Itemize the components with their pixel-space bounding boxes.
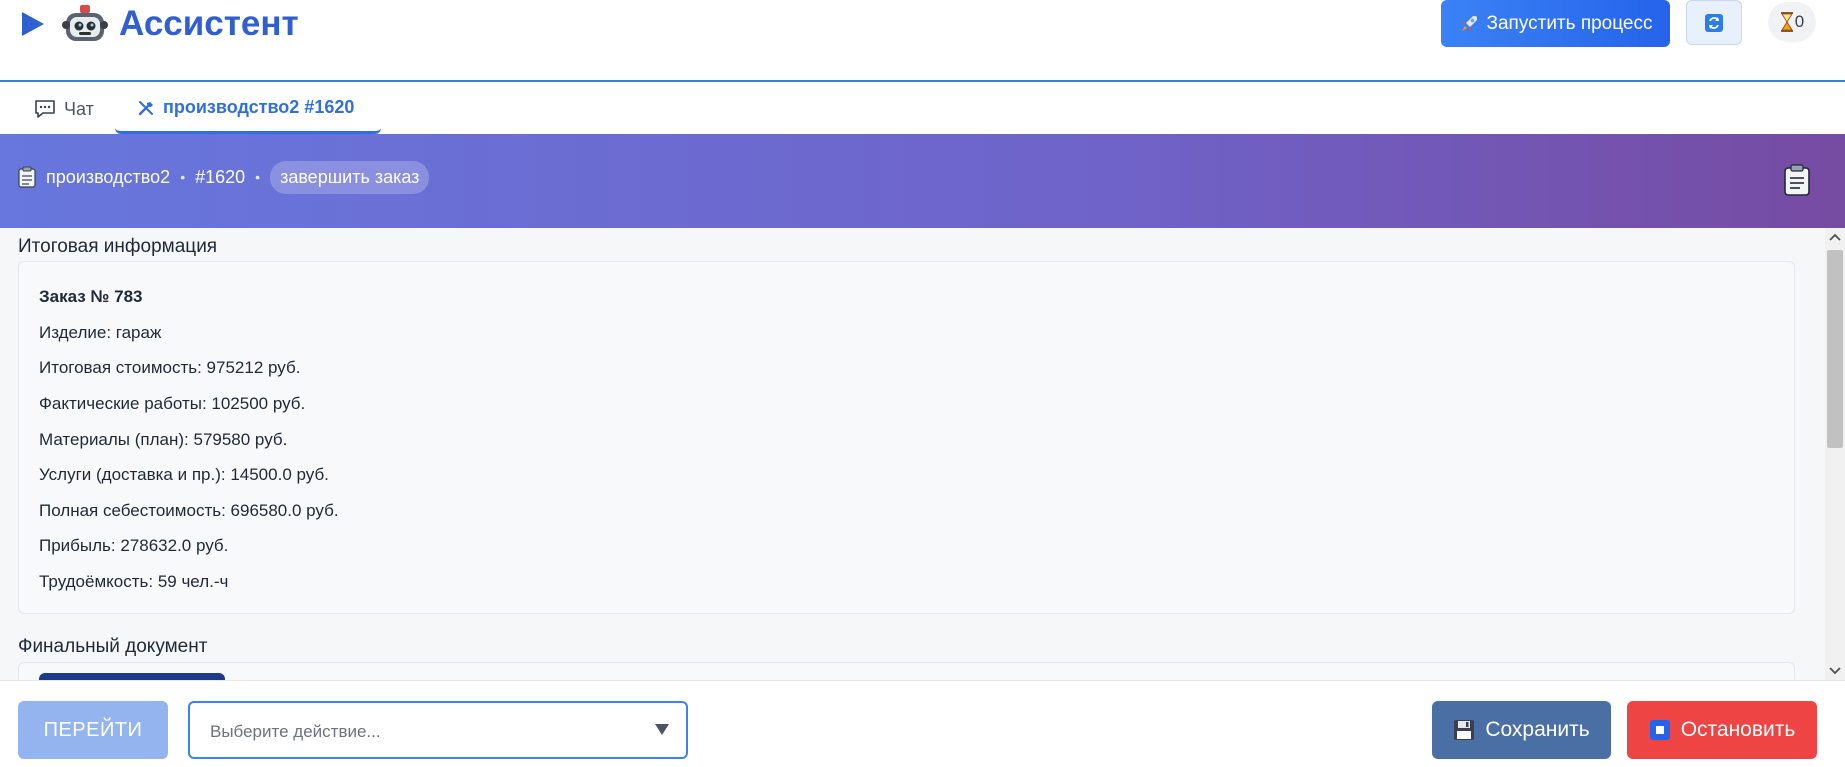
tools-icon <box>138 100 153 115</box>
stop-button[interactable]: Остановить <box>1627 701 1817 759</box>
floppy-icon <box>1454 720 1475 740</box>
stop-icon <box>1649 720 1670 740</box>
save-button[interactable]: Сохранить <box>1432 701 1611 759</box>
scroll-up-icon[interactable] <box>1825 228 1845 248</box>
tab-process-label: производство2 #1620 <box>163 97 355 117</box>
rocket-icon <box>1461 15 1477 31</box>
action-footer: ПЕРЕЙТИ Выберите действие... Сохранить О… <box>0 680 1845 767</box>
clipboard-icon <box>18 166 36 188</box>
queue-counter[interactable]: 0 <box>1768 2 1816 42</box>
action-select[interactable]: Выберите действие... <box>188 701 688 759</box>
hourglass-icon <box>1780 12 1793 32</box>
tab-chat-label: Чат <box>64 98 94 119</box>
app-header: Ассистент Запустить процесс 0 <box>0 0 1845 82</box>
final-doc-button[interactable] <box>39 673 225 680</box>
tab-chat[interactable]: Чат <box>34 84 94 134</box>
content-area: Итоговая информация Заказ № 783 Изделие:… <box>0 228 1825 680</box>
scroll-down-icon[interactable] <box>1825 660 1845 680</box>
breadcrumb-separator: • <box>180 169 186 185</box>
action-select-placeholder: Выберите действие... <box>210 722 381 741</box>
robot-icon <box>62 5 108 41</box>
summary-line: Заказ № 783 <box>39 287 143 306</box>
process-banner: производство2 • #1620 • завершить заказ <box>0 134 1845 228</box>
summary-card: Заказ № 783 Изделие: гараж Итоговая стои… <box>18 261 1795 614</box>
summary-line: Материалы (план): 579580 руб. <box>39 430 288 449</box>
summary-line: Трудоёмкость: 59 чел.-ч <box>39 572 229 591</box>
breadcrumb-step-badge: завершить заказ <box>270 160 430 194</box>
summary-line: Итоговая стоимость: 975212 руб. <box>39 358 301 377</box>
app-title: Ассистент <box>119 4 299 43</box>
refresh-icon <box>1705 13 1723 32</box>
breadcrumb: производство2 • #1620 • завершить заказ <box>18 160 430 194</box>
tab-process[interactable]: производство2 #1620 <box>115 84 381 134</box>
breadcrumb-separator: • <box>255 169 261 185</box>
launch-process-button[interactable]: Запустить процесс <box>1441 0 1670 47</box>
breadcrumb-process: производство2 <box>46 166 171 187</box>
final-doc-section-title: Финальный документ <box>18 636 208 657</box>
summary-line: Фактические работы: 102500 руб. <box>39 394 306 413</box>
breadcrumb-number: #1620 <box>195 166 246 187</box>
queue-count: 0 <box>1794 12 1805 31</box>
play-icon[interactable] <box>20 10 46 38</box>
tab-bar: Чат производство2 #1620 <box>0 84 1845 134</box>
clipboard-icon[interactable] <box>1783 164 1811 196</box>
summary-line: Изделие: гараж <box>39 323 162 342</box>
content-scrollbar[interactable] <box>1825 228 1845 680</box>
summary-section-title: Итоговая информация <box>18 236 218 257</box>
summary-line: Услуги (доставка и пр.): 14500.0 руб. <box>39 465 329 484</box>
refresh-button[interactable] <box>1686 0 1742 45</box>
chat-icon <box>35 100 55 118</box>
final-doc-card <box>18 662 1795 680</box>
go-button[interactable]: ПЕРЕЙТИ <box>18 701 168 759</box>
launch-process-label: Запустить процесс <box>1486 12 1653 34</box>
summary-line: Полная себестоимость: 696580.0 руб. <box>39 501 339 520</box>
scrollbar-thumb[interactable] <box>1827 250 1843 448</box>
summary-line: Прибыль: 278632.0 руб. <box>39 536 229 555</box>
chevron-down-icon <box>655 724 669 735</box>
save-label: Сохранить <box>1485 718 1590 741</box>
stop-label: Остановить <box>1680 718 1796 741</box>
